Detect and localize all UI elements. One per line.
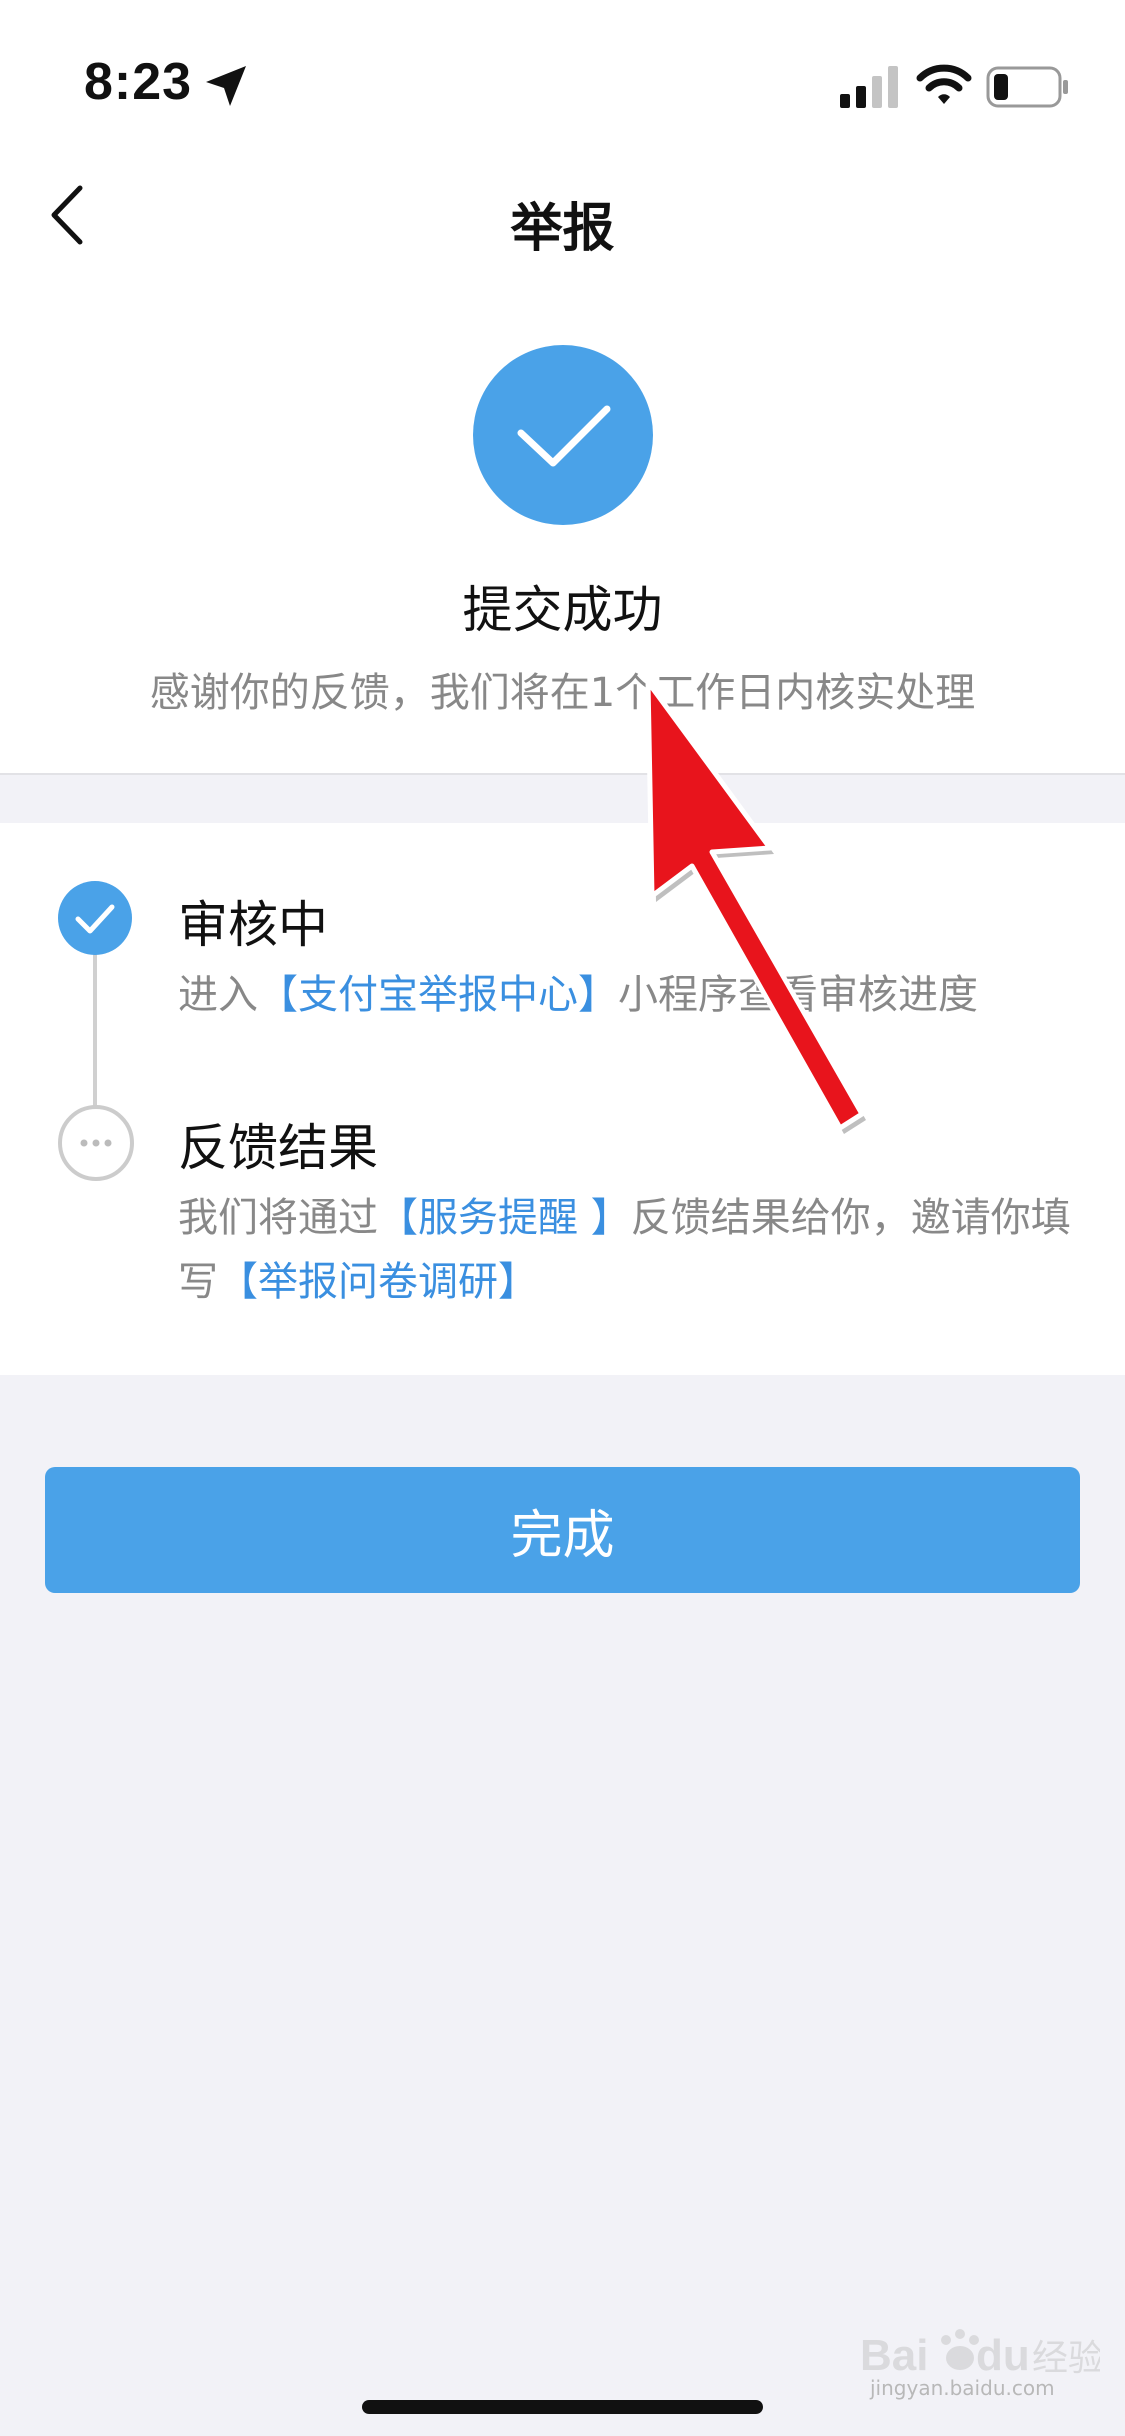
battery-icon (986, 66, 1068, 108)
more-dots-icon (80, 1139, 112, 1147)
nav-bar: 举报 (0, 150, 1125, 280)
step-desc-feedback: 我们将通过【服务提醒 】反馈结果给你，邀请你填写【举报问卷调研】 (178, 1186, 1078, 1314)
step-desc-text: 进入 (178, 972, 258, 1018)
check-icon (517, 405, 611, 467)
home-indicator[interactable] (362, 2400, 763, 2414)
svg-text:du: du (976, 2331, 1030, 2380)
step-pending-badge (58, 1105, 134, 1181)
step-title-feedback: 反馈结果 (178, 1119, 378, 1177)
status-bar: 8:23 (0, 0, 1125, 150)
wifi-icon (916, 64, 972, 104)
page-title: 举报 (510, 199, 615, 259)
step-desc-review: 进入【支付宝举报中心】小程序查看审核进度 (178, 963, 1078, 1027)
divider (0, 773, 1125, 775)
success-badge (473, 345, 653, 525)
result-subtitle: 感谢你的反馈，我们将在1个工作日内核实处理 (149, 670, 976, 716)
result-title: 提交成功 (462, 581, 663, 639)
cellular-signal-icon (840, 66, 898, 108)
step-done-badge (58, 881, 132, 955)
step-desc-text: 小程序查看审核进度 (618, 972, 978, 1018)
watermark-url: jingyan.baidu.com (870, 2376, 1055, 2400)
check-icon (75, 904, 115, 934)
service-reminder-link[interactable]: 【服务提醒 】 (378, 1195, 631, 1241)
location-arrow-icon (206, 66, 246, 106)
step-title-review: 审核中 (178, 896, 328, 954)
progress-steps: 审核中 进入【支付宝举报中心】小程序查看审核进度 反馈结果 我们将通过【服务提醒… (0, 823, 1125, 1375)
survey-link[interactable]: 【举报问卷调研】 (218, 1259, 538, 1305)
svg-text:Bai: Bai (860, 2331, 928, 2380)
status-time: 8:23 (84, 53, 193, 111)
step-desc-text: 我们将通过 (178, 1195, 378, 1241)
done-button[interactable]: 完成 (45, 1467, 1080, 1593)
alipay-report-center-link[interactable]: 【支付宝举报中心】 (258, 972, 618, 1018)
svg-text:经验: 经验 (1032, 2338, 1100, 2379)
